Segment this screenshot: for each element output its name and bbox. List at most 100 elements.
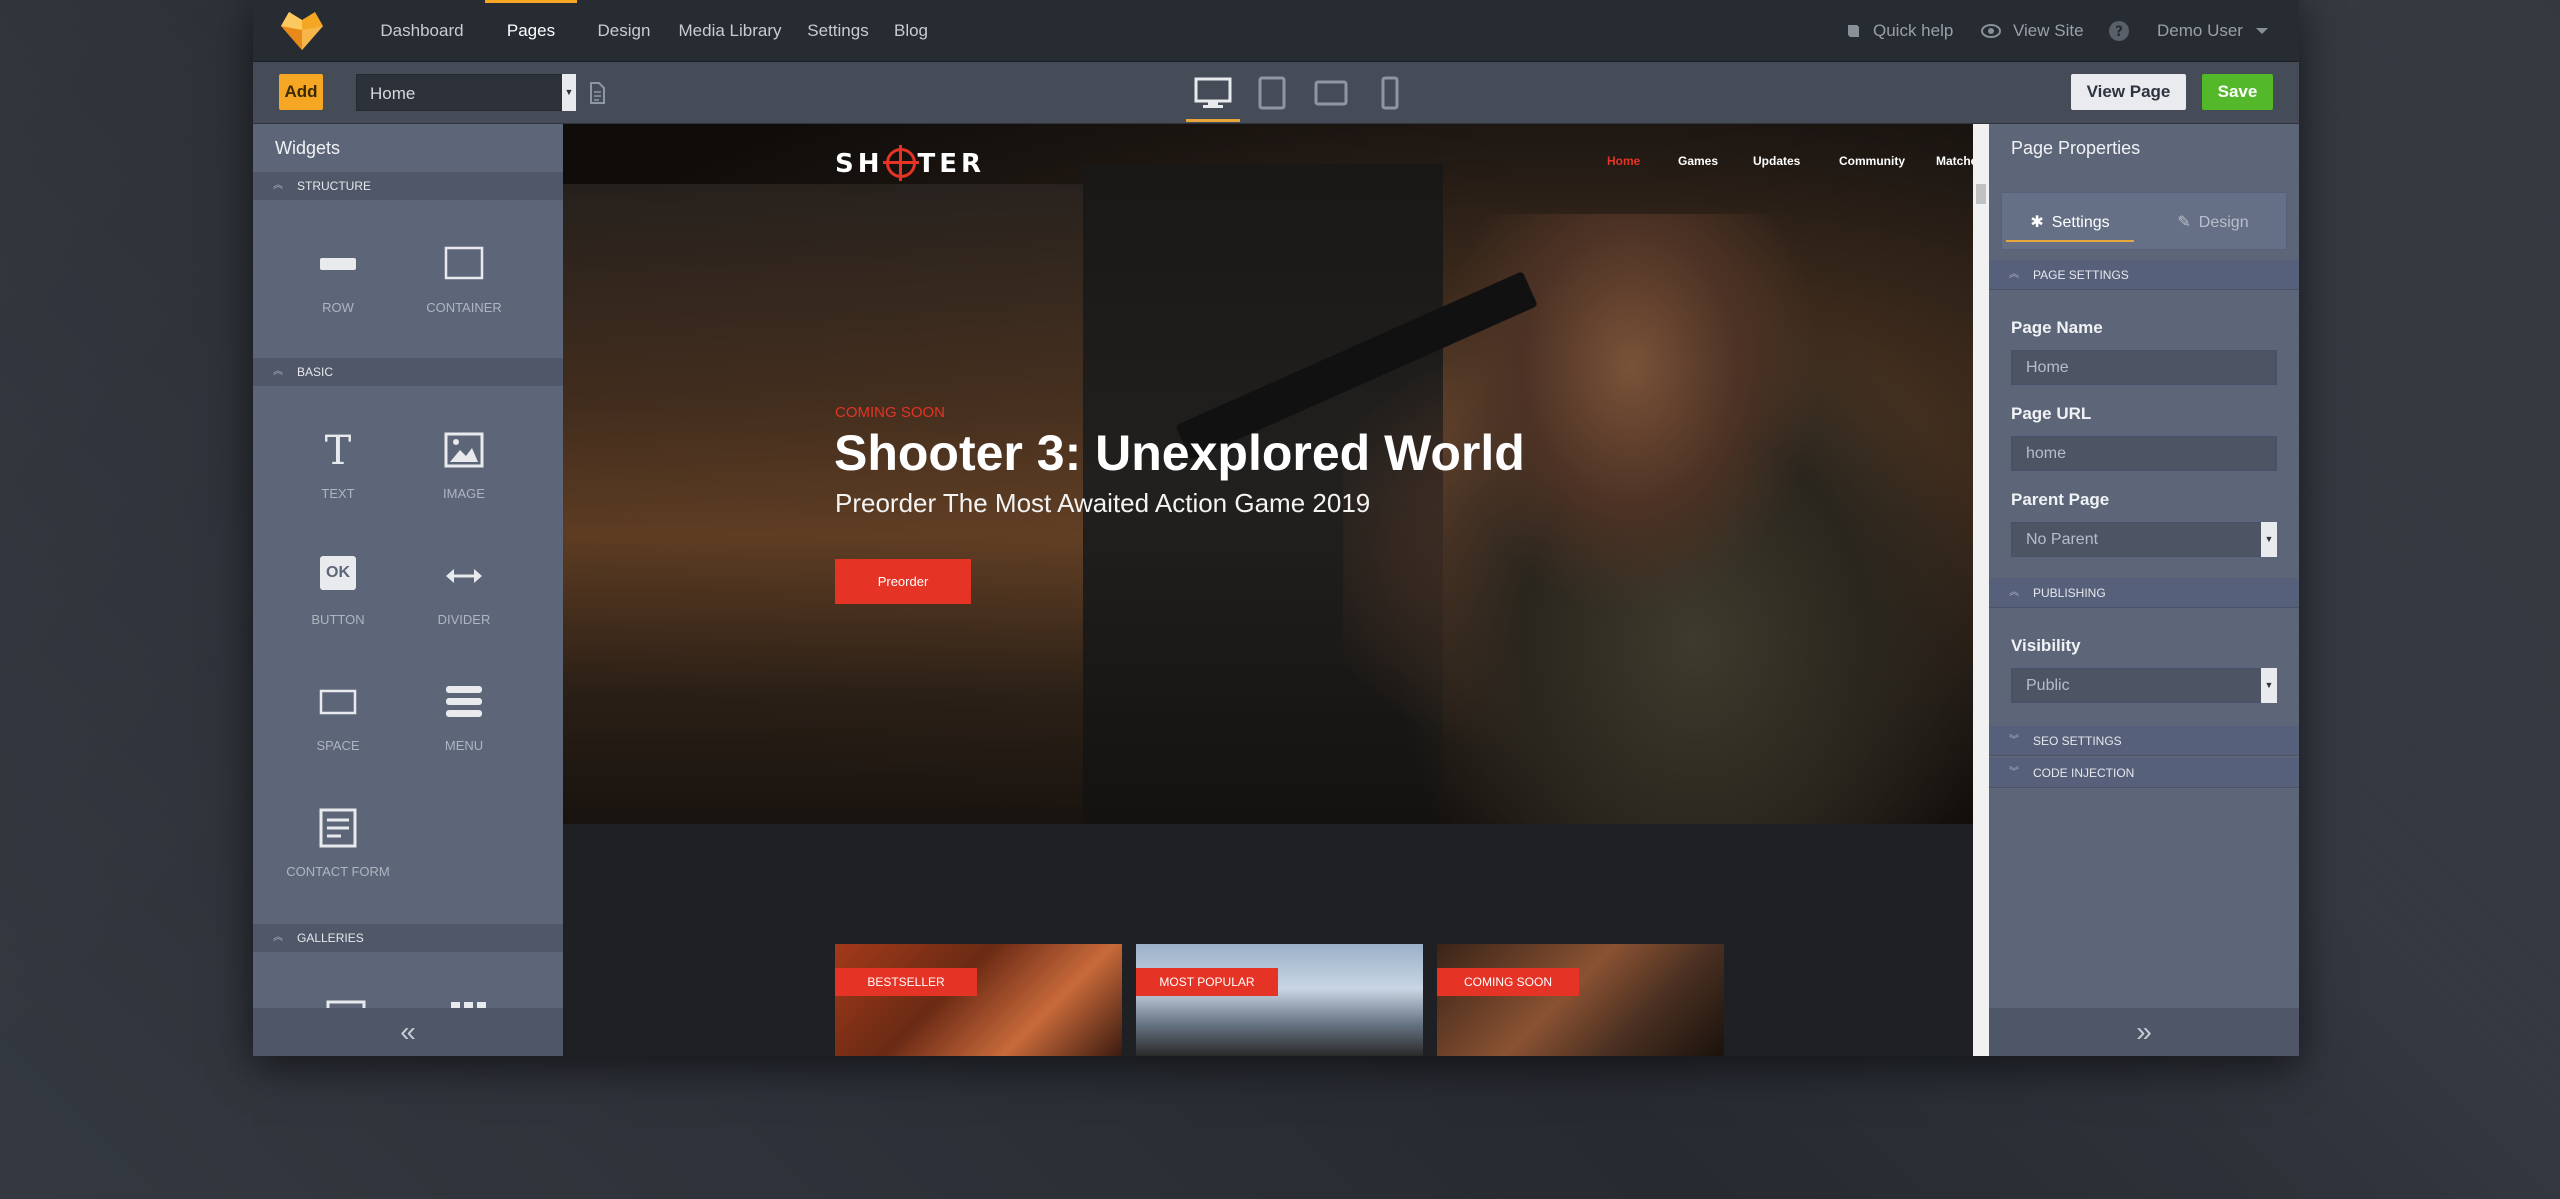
collapse-left-panel-button[interactable]: « xyxy=(253,1008,563,1056)
view-page-button[interactable]: View Page xyxy=(2071,74,2186,110)
site-nav-community[interactable]: Community xyxy=(1839,154,1905,168)
widget-image[interactable]: IMAGE xyxy=(409,408,519,518)
widget-button[interactable]: OK BUTTON xyxy=(283,534,393,644)
wrench-icon: ✱ xyxy=(2030,214,2044,231)
nav-media-library[interactable]: Media Library xyxy=(673,0,787,62)
card-badge: COMING SOON xyxy=(1437,968,1579,996)
section-page-settings-label: PAGE SETTINGS xyxy=(2033,268,2129,282)
chevron-up-icon: ︽ xyxy=(273,932,283,943)
page-select[interactable]: Home ▼ xyxy=(356,74,576,111)
tablet-landscape-view-button[interactable] xyxy=(1304,68,1358,118)
svg-text:T: T xyxy=(325,430,352,470)
user-menu[interactable]: Demo User xyxy=(2157,0,2269,62)
properties-tabs: ✱ Settings ✎ Design xyxy=(2001,192,2287,250)
chevron-up-icon: ︽ xyxy=(2009,587,2019,598)
widget-contact-form[interactable]: CONTACT FORM xyxy=(275,786,401,896)
collapse-right-panel-button[interactable]: » xyxy=(1989,1008,2299,1056)
widget-divider-label: DIVIDER xyxy=(437,612,491,627)
tablet-view-button[interactable] xyxy=(1245,68,1299,118)
mobile-view-button[interactable] xyxy=(1363,68,1417,118)
site-nav-updates[interactable]: Updates xyxy=(1753,154,1800,168)
quick-help-link[interactable]: Quick help xyxy=(1845,0,1953,62)
hero-subtitle: Preorder The Most Awaited Action Game 20… xyxy=(835,488,1371,518)
document-icon[interactable] xyxy=(587,82,607,104)
section-galleries[interactable]: ︽ GALLERIES xyxy=(253,924,563,952)
visibility-label: Visibility xyxy=(2011,636,2081,655)
section-code-injection[interactable]: ︾ CODE INJECTION xyxy=(1989,758,2299,788)
save-button[interactable]: Save xyxy=(2202,74,2273,110)
page-url-label: Page URL xyxy=(2011,404,2092,423)
card-badge: MOST POPULAR xyxy=(1136,968,1278,996)
space-icon xyxy=(319,689,357,715)
card-badge: BESTSELLER xyxy=(835,968,977,996)
divider-icon xyxy=(446,569,482,583)
menu-icon xyxy=(446,686,482,717)
widget-menu[interactable]: MENU xyxy=(409,660,519,770)
widget-container[interactable]: CONTAINER xyxy=(409,222,519,332)
tab-settings[interactable]: ✱ Settings xyxy=(2006,204,2134,242)
widgets-panel: Widgets ︽ STRUCTURE ROW CONTAINER ︽ BASI… xyxy=(253,124,563,1056)
widget-text[interactable]: T TEXT xyxy=(283,408,393,518)
parent-page-value: No Parent xyxy=(2026,531,2099,548)
site-logo[interactable]: SH TER xyxy=(835,145,985,181)
parent-page-select[interactable]: No Parent ▼ xyxy=(2011,522,2277,557)
section-page-settings[interactable]: ︽ PAGE SETTINGS xyxy=(1989,260,2299,290)
tab-settings-label: Settings xyxy=(2051,214,2110,231)
nav-settings[interactable]: Settings xyxy=(803,0,873,62)
parent-page-label: Parent Page xyxy=(2011,490,2110,509)
caret-down-icon xyxy=(2255,28,2268,34)
hero-soldier-image xyxy=(1343,214,1973,824)
widget-row[interactable]: ROW xyxy=(283,222,393,332)
section-seo-settings[interactable]: ︾ SEO SETTINGS xyxy=(1989,726,2299,756)
page-name-input[interactable]: Home xyxy=(2011,350,2277,385)
mobile-icon xyxy=(1381,76,1399,110)
visibility-select[interactable]: Public ▼ xyxy=(2011,668,2277,703)
section-structure[interactable]: ︽ STRUCTURE xyxy=(253,172,563,200)
hero-section[interactable]: SH TER Home Games Updates Community Match… xyxy=(563,124,1973,824)
nav-blog[interactable]: Blog xyxy=(889,0,933,62)
tablet-landscape-icon xyxy=(1314,80,1348,106)
page-name-label: Page Name xyxy=(2011,318,2103,337)
games-section: BESTSELLER MOST POPULAR COMING SOON xyxy=(563,824,1973,1056)
editor-toolbar: Add Home ▼ View Page Save xyxy=(253,62,2299,124)
visibility-value: Public xyxy=(2026,677,2070,694)
nav-pages[interactable]: Pages xyxy=(485,0,577,62)
page-properties-panel: Page Properties ✱ Settings ✎ Design ︽ PAGE… xyxy=(1989,124,2299,1056)
widget-divider[interactable]: DIVIDER xyxy=(409,534,519,644)
page-canvas[interactable]: SH TER Home Games Updates Community Match… xyxy=(563,124,1989,1056)
add-button[interactable]: Add xyxy=(279,74,323,110)
tab-design-label: Design xyxy=(2198,214,2249,231)
row-icon xyxy=(320,258,356,270)
help-button[interactable]: ? xyxy=(2109,0,2129,62)
nav-design[interactable]: Design xyxy=(589,0,659,62)
tablet-icon xyxy=(1258,76,1286,110)
scrollbar-thumb[interactable] xyxy=(1976,184,1986,204)
desktop-icon xyxy=(1194,77,1232,108)
widget-menu-label: MENU xyxy=(444,738,484,753)
game-card[interactable]: MOST POPULAR xyxy=(1136,944,1423,1056)
section-publishing[interactable]: ︽ PUBLISHING xyxy=(1989,578,2299,608)
section-seo-label: SEO SETTINGS xyxy=(2033,734,2122,748)
section-code-label: CODE INJECTION xyxy=(2033,766,2135,780)
tab-design[interactable]: ✎ Design xyxy=(2150,204,2276,242)
nav-dashboard[interactable]: Dashboard xyxy=(377,0,467,62)
view-site-link[interactable]: View Site xyxy=(1981,0,2084,62)
preorder-button[interactable]: Preorder xyxy=(835,559,971,604)
widget-container-label: CONTAINER xyxy=(426,300,502,315)
section-basic[interactable]: ︽ BASIC xyxy=(253,358,563,386)
text-icon: T xyxy=(325,430,352,470)
top-navigation: Dashboard Pages Design Media Library Set… xyxy=(253,0,2299,62)
widget-text-label: TEXT xyxy=(321,486,355,501)
game-card[interactable]: BESTSELLER xyxy=(835,944,1122,1056)
widget-space[interactable]: SPACE xyxy=(283,660,393,770)
chevron-up-icon: ︽ xyxy=(273,180,283,191)
site-nav-games[interactable]: Games xyxy=(1678,154,1718,168)
app-logo-icon[interactable] xyxy=(279,8,325,52)
canvas-scrollbar[interactable] xyxy=(1973,124,1989,1056)
game-card[interactable]: COMING SOON xyxy=(1437,944,1724,1056)
site-nav-matches[interactable]: Matches xyxy=(1936,154,1973,168)
page-url-input[interactable]: home xyxy=(2011,436,2277,471)
desktop-view-button[interactable] xyxy=(1186,68,1240,122)
page-select-value: Home xyxy=(370,84,416,103)
site-nav-home[interactable]: Home xyxy=(1607,154,1640,168)
